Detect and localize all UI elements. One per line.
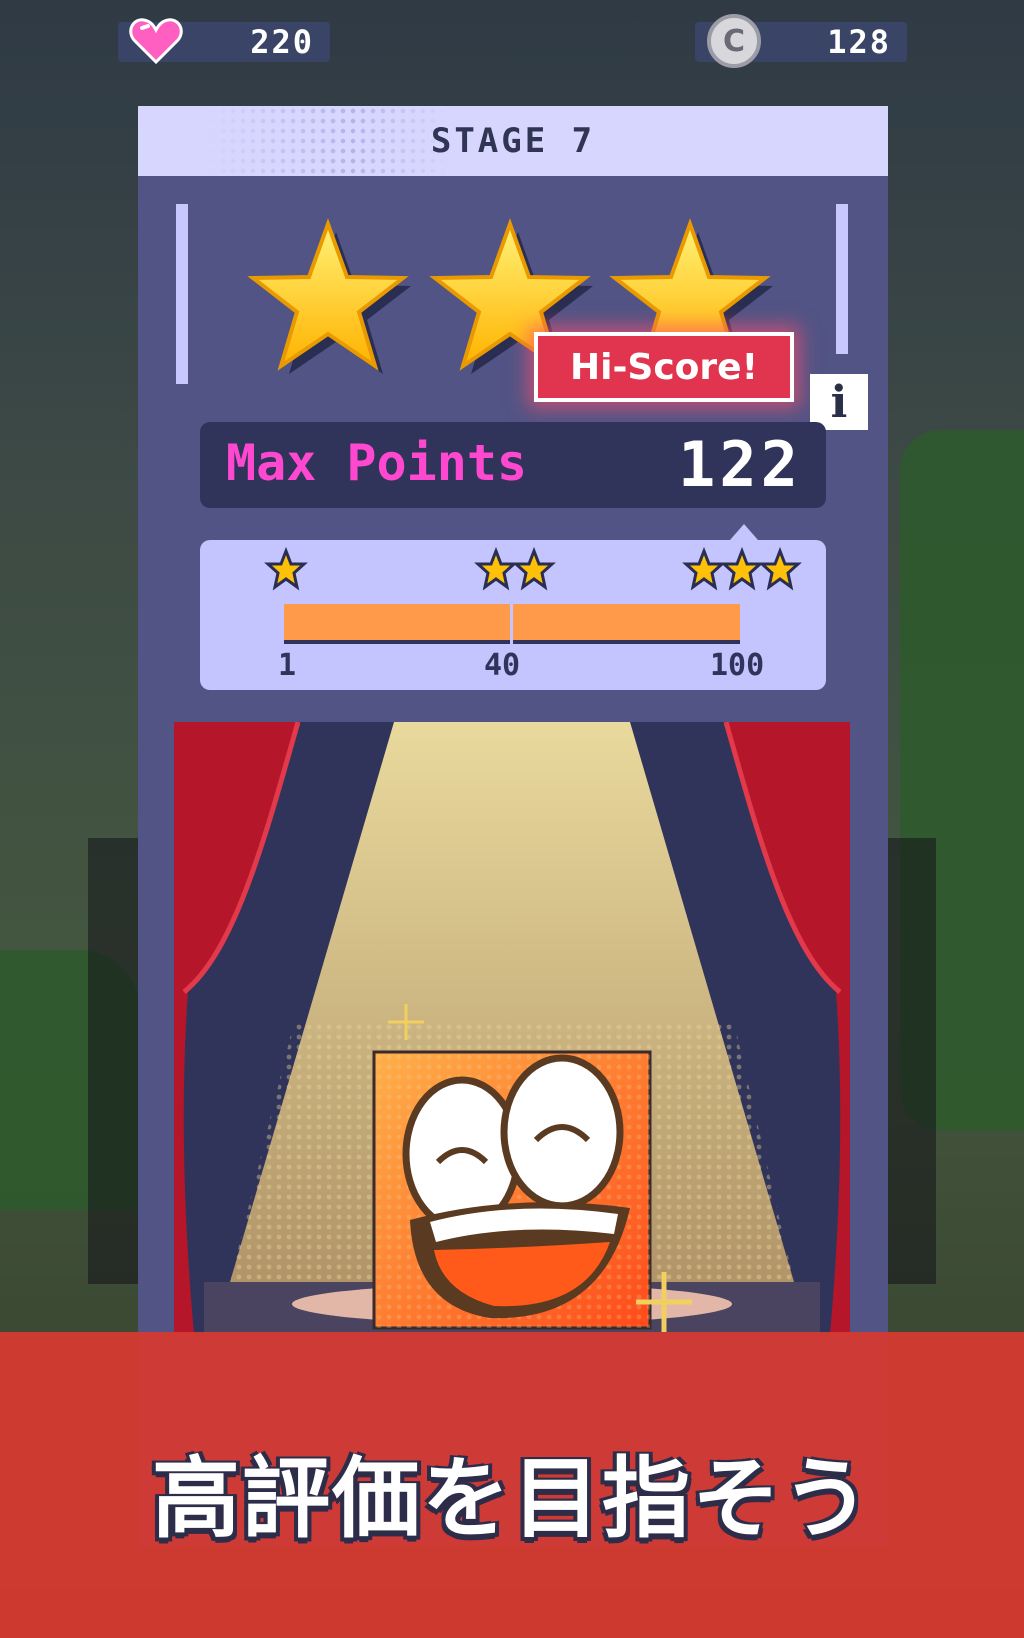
side-bar-right (836, 204, 848, 354)
points-progress-bar (284, 604, 740, 644)
threshold-2-star-icon (476, 549, 554, 589)
star-threshold-progress: 1 40 100 (200, 524, 826, 690)
star-icon (251, 222, 411, 374)
threshold-label-1: 1 (278, 648, 297, 683)
banner-caption: 高評価を目指そう (151, 1447, 872, 1550)
coin-icon: C (707, 14, 761, 68)
stage-scene (174, 722, 850, 1334)
lives-value: 220 (250, 23, 314, 61)
smiling-block-character-icon (372, 1050, 652, 1330)
lives-counter: 220 (118, 18, 330, 65)
max-points-value: 122 (678, 428, 802, 501)
stage-title: STAGE 7 (430, 121, 596, 161)
coin-counter: C 128 (695, 14, 907, 68)
threshold-label-3: 100 (710, 648, 765, 683)
threshold-1-star-icon (266, 549, 306, 589)
stage-result-panel: STAGE 7 Hi-Score! i Max Points 122 1 40 … (138, 106, 888, 1546)
coins-value: 128 (827, 23, 891, 61)
hi-score-badge: Hi-Score! (534, 332, 794, 402)
threshold-stars (266, 549, 800, 589)
progress-divider (510, 604, 513, 644)
stage-illustration (174, 722, 850, 1334)
heart-icon (129, 18, 183, 65)
side-bar-left (176, 204, 188, 384)
threshold-label-2: 40 (484, 648, 521, 683)
max-points-label: Max Points (226, 434, 528, 492)
max-points-row: Max Points 122 (200, 422, 826, 508)
threshold-3-star-icon (684, 549, 800, 589)
panel-header: STAGE 7 (138, 106, 888, 176)
